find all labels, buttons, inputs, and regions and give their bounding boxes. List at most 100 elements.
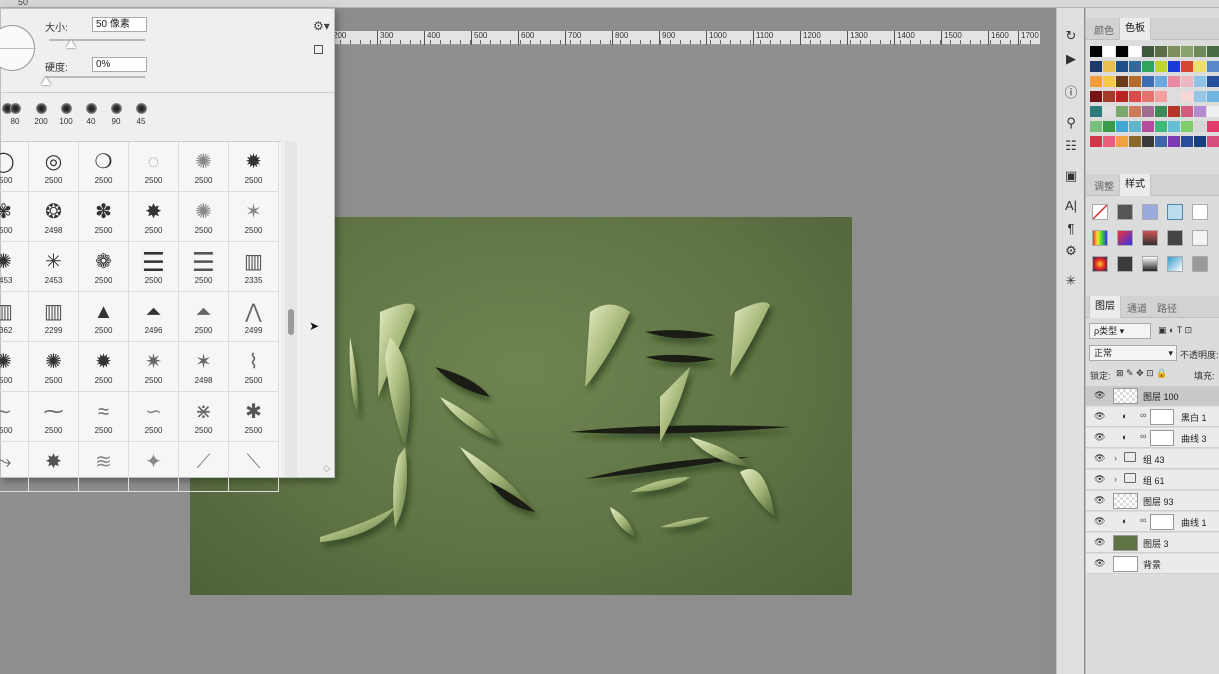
tab-styles[interactable]: 样式 — [1119, 174, 1151, 196]
hardness-slider-thumb[interactable] — [41, 77, 51, 85]
style-swatch[interactable] — [1092, 230, 1108, 246]
eye-icon[interactable]: 👁 — [1094, 432, 1105, 443]
color-swatch[interactable] — [1129, 106, 1141, 117]
style-swatch[interactable] — [1117, 230, 1133, 246]
style-swatch[interactable] — [1092, 256, 1108, 272]
gear-icon[interactable]: ⚙▾ — [313, 19, 330, 33]
color-swatch[interactable] — [1090, 91, 1102, 102]
color-swatch[interactable] — [1155, 136, 1167, 147]
color-swatch[interactable] — [1155, 106, 1167, 117]
brush-preset[interactable]: ▥2362 — [0, 292, 29, 342]
recent-brush[interactable]: 200 — [31, 101, 51, 126]
brush-preset[interactable]: ◯2500 — [0, 142, 29, 192]
libraries-icon[interactable]: ▣ — [1057, 168, 1085, 184]
brush-preset[interactable]: ✺2500 — [0, 342, 29, 392]
style-swatch[interactable] — [1192, 256, 1208, 272]
brushes-icon[interactable]: ✳ — [1057, 273, 1085, 289]
color-swatch[interactable] — [1168, 46, 1180, 57]
color-swatch[interactable] — [1090, 46, 1102, 57]
color-swatch[interactable] — [1142, 61, 1154, 72]
eye-icon[interactable]: 👁 — [1094, 558, 1105, 569]
recent-brush[interactable]: 40 — [81, 101, 101, 126]
resize-grip-icon[interactable]: ◇ — [323, 463, 330, 474]
size-input[interactable]: 50 像素 — [92, 17, 147, 32]
disclosure-arrow-icon[interactable]: › — [1114, 474, 1117, 484]
brush-preset[interactable]: ✺2500 — [29, 342, 79, 392]
brush-preset[interactable]: ◎ 2500 — [29, 142, 79, 192]
style-swatch[interactable] — [1167, 256, 1183, 272]
color-swatch[interactable] — [1129, 61, 1141, 72]
recent-brush[interactable]: 90 — [106, 101, 126, 126]
brush-preset[interactable]: ∼2500 — [0, 392, 29, 442]
tab-layers[interactable]: 图层 — [1089, 296, 1121, 318]
color-swatch[interactable] — [1181, 61, 1193, 72]
color-swatch[interactable] — [1181, 136, 1193, 147]
color-swatch[interactable] — [1155, 46, 1167, 57]
color-swatch[interactable] — [1142, 46, 1154, 57]
layer-row[interactable]: 👁 图层 93 — [1086, 491, 1219, 511]
style-swatch[interactable] — [1117, 256, 1133, 272]
eye-icon[interactable]: 👁 — [1094, 495, 1105, 506]
brush-preset[interactable]: ✹ 2500 — [79, 342, 129, 392]
color-swatch[interactable] — [1168, 61, 1180, 72]
color-swatch[interactable] — [1116, 46, 1128, 57]
color-swatch[interactable] — [1103, 136, 1115, 147]
brush-preset[interactable]: ⋇ 2500 — [179, 392, 229, 442]
brush-preset[interactable]: ⁓ 2500 — [29, 392, 79, 442]
color-swatch[interactable] — [1142, 76, 1154, 87]
color-swatch[interactable] — [1129, 121, 1141, 132]
color-swatch[interactable] — [1103, 106, 1115, 117]
disclosure-arrow-icon[interactable]: › — [1114, 453, 1117, 463]
color-swatch[interactable] — [1207, 46, 1219, 57]
brush-preset[interactable]: ◌ 2500 — [129, 142, 179, 192]
hardness-input[interactable]: 0% — [92, 57, 147, 72]
color-swatch[interactable] — [1168, 91, 1180, 102]
color-swatch[interactable] — [1181, 121, 1193, 132]
color-swatch[interactable] — [1116, 76, 1128, 87]
style-swatch[interactable] — [1192, 204, 1208, 220]
color-swatch[interactable] — [1129, 46, 1141, 57]
style-swatch[interactable] — [1142, 256, 1158, 272]
color-swatch[interactable] — [1168, 76, 1180, 87]
glyphs-icon[interactable]: ⚙ — [1057, 243, 1085, 259]
color-swatch[interactable] — [1129, 91, 1141, 102]
tab-swatches[interactable]: 色板 — [1119, 18, 1151, 40]
color-swatch[interactable] — [1207, 61, 1219, 72]
color-swatch[interactable] — [1194, 136, 1206, 147]
brush-preset[interactable]: ✶ 2498 — [179, 342, 229, 392]
color-swatch[interactable] — [1090, 61, 1102, 72]
actions-play-icon[interactable]: ▶ — [1057, 51, 1085, 67]
color-swatch[interactable] — [1155, 121, 1167, 132]
brush-preset[interactable]: ✱ 2500 — [229, 392, 279, 442]
tab-color[interactable]: 颜色 — [1089, 22, 1119, 37]
color-swatch[interactable] — [1116, 121, 1128, 132]
layer-row[interactable]: 👁 ◐ ∞ 黑白 1 — [1086, 407, 1219, 427]
layer-row[interactable]: 👁 › 组 43 — [1086, 449, 1219, 469]
info-icon[interactable]: ⓘ — [1057, 82, 1085, 101]
color-swatch[interactable] — [1142, 91, 1154, 102]
brush-preset[interactable]: ✸ 2500 — [129, 192, 179, 242]
brush-preset[interactable]: ⋀ 2499 — [229, 292, 279, 342]
color-swatch[interactable] — [1129, 76, 1141, 87]
color-swatch[interactable] — [1207, 136, 1219, 147]
history-icon[interactable]: ↻ — [1057, 28, 1085, 44]
style-swatch[interactable] — [1142, 230, 1158, 246]
layer-row[interactable]: 👁 背景 — [1086, 554, 1219, 574]
color-swatch[interactable] — [1194, 121, 1206, 132]
brush-preset[interactable]: ❍ 2500 — [79, 142, 129, 192]
color-swatch[interactable] — [1155, 61, 1167, 72]
color-swatch[interactable] — [1142, 136, 1154, 147]
color-swatch[interactable] — [1142, 121, 1154, 132]
brush-preset[interactable]: ❁ 2500 — [79, 242, 129, 292]
brush-preset[interactable]: ▥ 2299 — [29, 292, 79, 342]
color-swatch[interactable] — [1116, 61, 1128, 72]
style-none[interactable] — [1092, 204, 1108, 220]
color-swatch[interactable] — [1142, 106, 1154, 117]
eye-icon[interactable]: 👁 — [1094, 453, 1105, 464]
size-slider-track[interactable] — [49, 39, 145, 41]
brush-preset[interactable]: ⌇ 2500 — [229, 342, 279, 392]
color-swatch[interactable] — [1194, 76, 1206, 87]
brush-preset[interactable]: ✸ — [29, 442, 79, 492]
color-swatch[interactable] — [1116, 136, 1128, 147]
scrollbar-thumb[interactable] — [288, 309, 294, 335]
